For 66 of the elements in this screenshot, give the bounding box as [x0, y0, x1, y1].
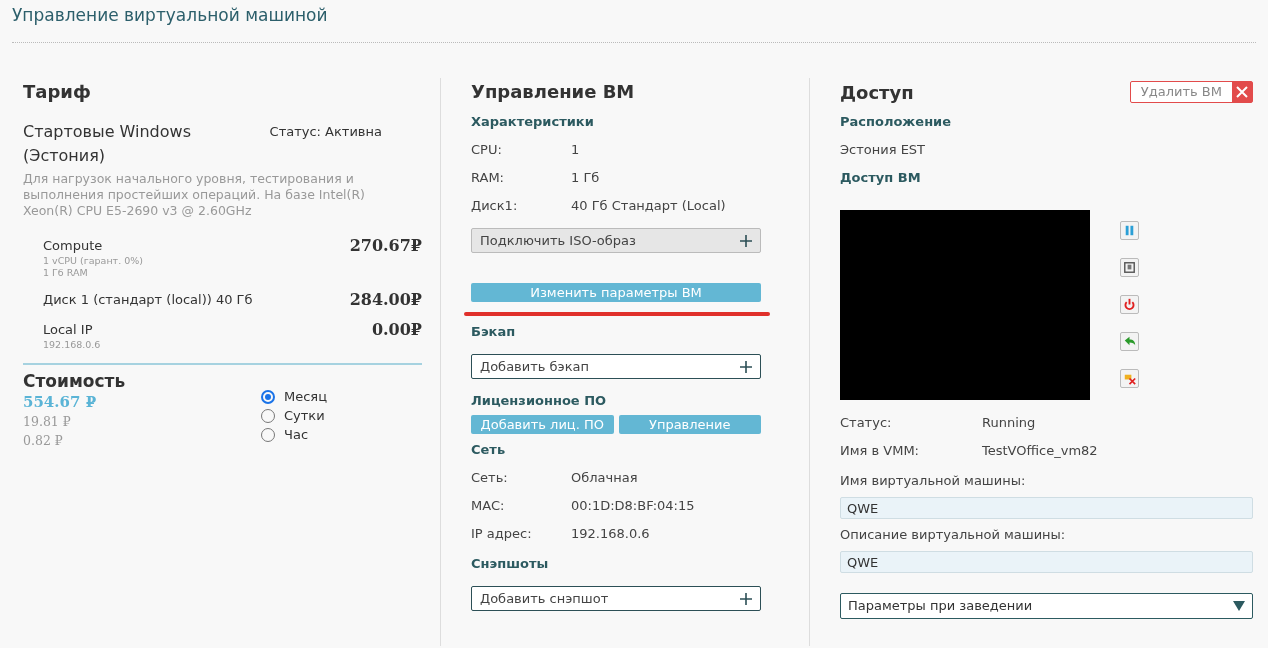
section-heading: Тариф [23, 80, 92, 104]
field-label: Имя виртуальной машины: [840, 472, 1027, 490]
undo-arrow-button[interactable] [1120, 332, 1139, 351]
spec-value: 192.168.0.6 [571, 525, 650, 543]
pause-button[interactable] [1120, 221, 1139, 240]
info-value: Running [982, 414, 1036, 432]
subsection-heading: Доступ ВМ [840, 169, 922, 187]
stop-button[interactable] [1120, 258, 1139, 277]
cost-amount: 554.67 ₽ [23, 393, 98, 412]
subsection-heading: Лицензионное ПО [471, 392, 608, 410]
section-heading: Стоимость [23, 370, 127, 393]
item-detail: 1 vCPU (гарант. 0%) [43, 255, 143, 267]
spec-label: IP адрес: [471, 525, 533, 543]
cost-amount: 0.82 ₽ [23, 432, 64, 450]
item-price: 0.00₽ [371, 321, 422, 341]
tariff-name: Стартовые Windows (Эстония) [23, 121, 192, 167]
item-price: 284.00₽ [349, 291, 422, 309]
plus-icon [740, 592, 752, 605]
section-heading: Доступ [840, 80, 914, 105]
dropdown-arrow-icon [1233, 601, 1245, 611]
spec-value: 40 Гб Стандарт (Local) [571, 197, 726, 215]
plus-icon [740, 234, 752, 247]
spec-value: 1 [571, 141, 580, 159]
item-detail: 1 Гб RAM [43, 267, 89, 279]
plus-icon [740, 360, 752, 373]
spec-label: Диск1: [471, 197, 519, 215]
tariff-status: Статус: Активна [269, 123, 382, 141]
spec-value: Облачная [571, 469, 638, 487]
info-value: TestVOffice_vm82 [982, 442, 1098, 460]
period-radio[interactable]: Час [261, 425, 328, 444]
tariff-description: Для нагрузок начального уровня, тестирования и выполнения простейших операций. На базе Intel(R) Xeon(R) CPU E5-2690 v3 @ 2.60GHz [23, 171, 366, 219]
delete-button[interactable] [1120, 369, 1139, 388]
subsection-heading: Характеристики [471, 113, 595, 131]
add-button[interactable]: Добавить бэкап [471, 354, 761, 379]
period-radio[interactable]: Месяц [261, 387, 328, 406]
info-label: Статус: [840, 414, 893, 432]
item-name: Compute [43, 237, 104, 255]
power-button[interactable] [1120, 295, 1139, 314]
spec-label: CPU: [471, 141, 503, 159]
launch-params-dropdown[interactable]: Параметры при заведении [840, 593, 1253, 619]
spec-value: 00:1D:D8:BF:04:15 [571, 497, 695, 515]
item-name: Диск 1 (стандарт (local)) 40 Гб [43, 291, 253, 309]
page-title: Управление виртуальной машиной [12, 4, 329, 27]
item-detail: 192.168.0.6 [43, 339, 101, 351]
subsection-heading: Расположение [840, 113, 953, 131]
period-radio[interactable]: Сутки [261, 406, 328, 425]
close-icon [1236, 86, 1248, 98]
subsection-heading: Бэкап [471, 323, 517, 341]
spec-label: MAC: [471, 497, 506, 515]
spec-label: Сеть: [471, 469, 509, 487]
spec-value: 1 Гб [571, 169, 600, 187]
item-price: 270.67₽ [349, 237, 422, 257]
stop-icon [1121, 259, 1138, 276]
add-button[interactable]: Добавить снэпшот [471, 586, 761, 611]
item-name: Local IP [43, 321, 94, 339]
text-field[interactable]: QWE [840, 497, 1253, 519]
subsection-heading: Снэпшоты [471, 555, 550, 573]
field-label: Описание виртуальной машины: [840, 526, 1067, 544]
location-value: Эстония EST [840, 141, 927, 159]
info-label: Имя в VMM: [840, 442, 920, 460]
section-heading: Управление ВМ [471, 80, 636, 104]
delete-vm-button[interactable]: Удалить ВМ [1129, 81, 1253, 103]
subsection-heading: Сеть [471, 441, 507, 459]
cost-amount: 19.81 ₽ [23, 413, 72, 431]
text-field[interactable]: QWE [840, 551, 1253, 573]
spec-label: RAM: [471, 169, 505, 187]
